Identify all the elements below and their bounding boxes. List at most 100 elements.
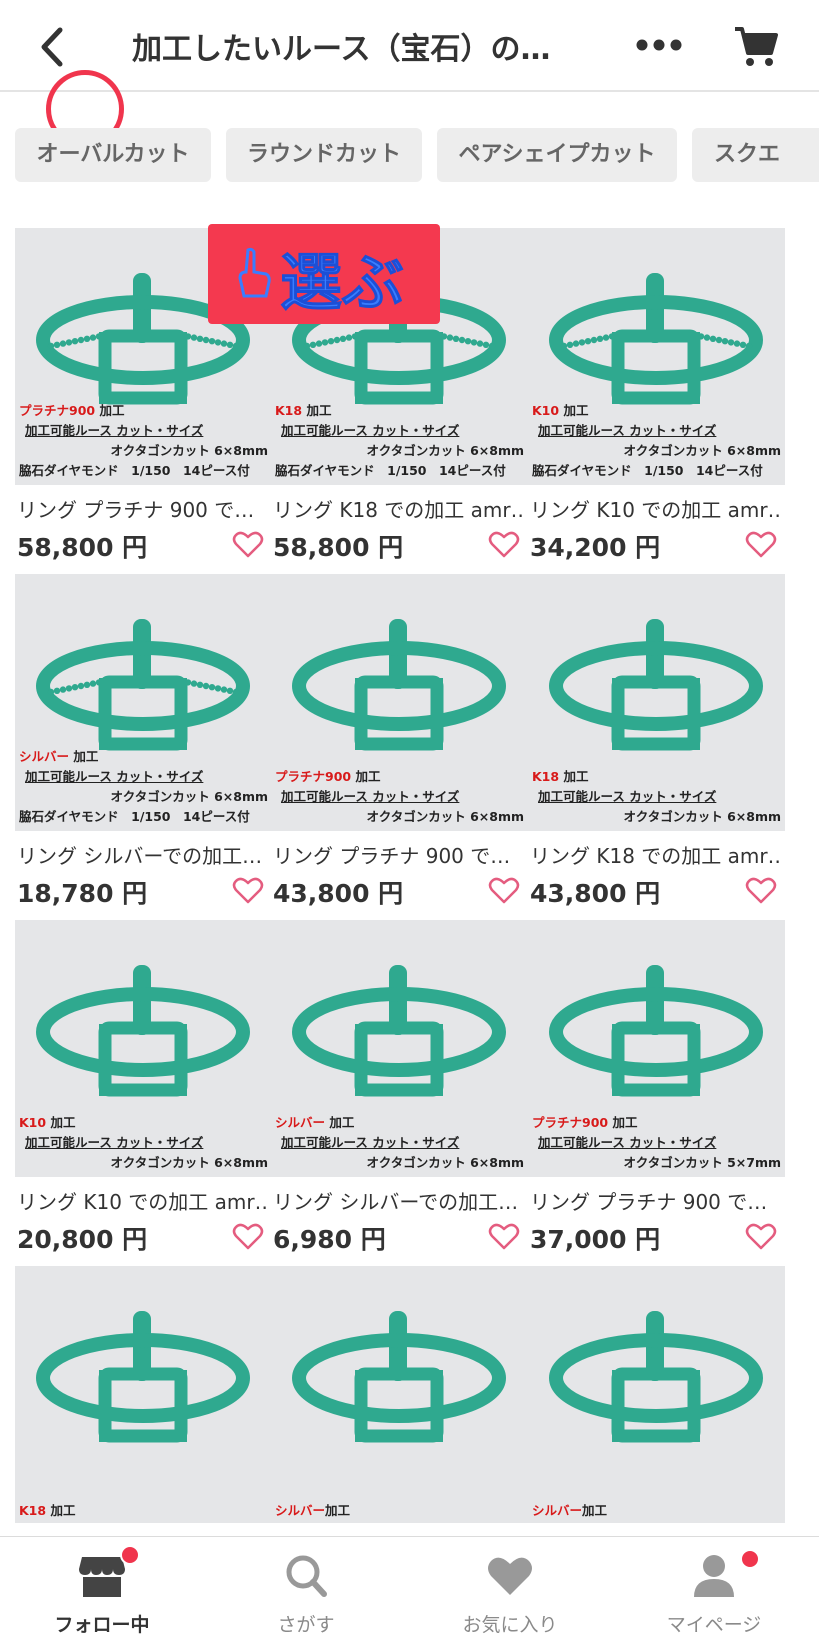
product-price: 20,800 円	[17, 1225, 148, 1254]
metal-tag: K10	[532, 403, 560, 418]
cut-size-value: オクタゴンカット 6×8mm	[623, 809, 781, 824]
cart-button[interactable]	[732, 22, 780, 70]
cut-size-value: オクタゴンカット 5×7mm	[623, 1155, 781, 1170]
product-card[interactable]: プラチナ900 加工 加工可能ルース カット・サイズ オクタゴンカット 6×8m…	[271, 574, 528, 908]
process-label: 加工	[559, 769, 589, 784]
favorite-button[interactable]	[488, 530, 520, 558]
favorite-button[interactable]	[488, 876, 520, 904]
tab-favorites[interactable]: お気に入り	[408, 1537, 612, 1648]
heart-outline-icon	[745, 877, 777, 904]
cut-size-heading: 加工可能ルース カット・サイズ	[538, 789, 717, 804]
product-name[interactable]: リング シルバーでの加工…	[273, 1186, 525, 1215]
product-card[interactable]: K18 加工	[15, 1266, 272, 1536]
process-label: 加工	[46, 1115, 76, 1130]
ring-image	[36, 1311, 250, 1443]
product-card[interactable]: シルバー加工	[271, 1266, 528, 1536]
notification-badge	[120, 1545, 140, 1565]
product-image[interactable]: K10 加工 加工可能ルース カット・サイズ オクタゴンカット 6×8mm	[15, 920, 272, 1177]
product-card[interactable]: K10 加工 加工可能ルース カット・サイズ オクタゴンカット 6×8mm リン…	[15, 920, 272, 1254]
product-overlay-label: K10 加工 加工可能ルース カット・サイズ オクタゴンカット 6×8mm 脇石…	[532, 401, 781, 481]
product-card[interactable]: シルバー 加工 加工可能ルース カット・サイズ オクタゴンカット 6×8mm リ…	[271, 920, 528, 1254]
chip-square-cut[interactable]: スクエ	[692, 128, 819, 182]
product-overlay-label: K10 加工 加工可能ルース カット・サイズ オクタゴンカット 6×8mm	[19, 1113, 268, 1173]
back-button[interactable]	[32, 22, 76, 72]
heart-outline-icon	[745, 531, 777, 558]
tab-my-page[interactable]: マイページ	[612, 1537, 816, 1648]
metal-tag: シルバー	[19, 749, 70, 764]
product-name[interactable]: リング プラチナ 900 で…	[530, 1186, 782, 1215]
product-name[interactable]: リング K18 での加工 amr…	[273, 494, 525, 523]
favorite-button[interactable]	[232, 876, 264, 904]
more-button[interactable]	[634, 28, 684, 62]
product-overlay-label: K18 加工	[19, 1501, 268, 1521]
heart-outline-icon	[232, 1223, 264, 1250]
product-name[interactable]: リング K10 での加工 amr…	[17, 1186, 269, 1215]
product-image[interactable]: K18 加工 加工可能ルース カット・サイズ オクタゴンカット 6×8mm	[528, 574, 785, 831]
metal-tag: K10	[19, 1115, 47, 1130]
chip-round-cut[interactable]: ラウンドカット	[226, 128, 422, 182]
product-image[interactable]: シルバー加工	[528, 1266, 785, 1523]
heart-outline-icon	[488, 531, 520, 558]
product-image[interactable]: シルバー 加工 加工可能ルース カット・サイズ オクタゴンカット 6×8mm	[271, 920, 528, 1177]
product-card[interactable]: シルバー加工	[528, 1266, 785, 1536]
product-image[interactable]: シルバー 加工 加工可能ルース カット・サイズ オクタゴンカット 6×8mm 脇…	[15, 574, 272, 831]
product-name[interactable]: リング プラチナ 900 で…	[17, 494, 269, 523]
process-label: 加工	[69, 749, 99, 764]
product-price: 18,780 円	[17, 879, 148, 908]
cut-size-heading: 加工可能ルース カット・サイズ	[281, 789, 460, 804]
side-stone-info: 脇石ダイヤモンド 1/150 14ピース付	[19, 463, 250, 478]
product-name[interactable]: リング プラチナ 900 で…	[273, 840, 525, 869]
tab-label: フォロー中	[54, 1614, 150, 1636]
product-image[interactable]: K10 加工 加工可能ルース カット・サイズ オクタゴンカット 6×8mm 脇石…	[528, 228, 785, 485]
heart-outline-icon	[745, 1223, 777, 1250]
cut-size-heading: 加工可能ルース カット・サイズ	[25, 769, 204, 784]
favorite-button[interactable]	[232, 530, 264, 558]
favorite-button[interactable]	[745, 1222, 777, 1250]
product-overlay-label: K18 加工 加工可能ルース カット・サイズ オクタゴンカット 6×8mm	[532, 767, 781, 827]
product-overlay-label: シルバー 加工 加工可能ルース カット・サイズ オクタゴンカット 6×8mm	[275, 1113, 524, 1173]
product-name[interactable]: リング シルバーでの加工…	[17, 840, 269, 869]
cut-size-value: オクタゴンカット 6×8mm	[366, 443, 524, 458]
product-card[interactable]: K10 加工 加工可能ルース カット・サイズ オクタゴンカット 6×8mm 脇石…	[528, 228, 785, 562]
heart-outline-icon	[488, 1223, 520, 1250]
tab-label: お気に入り	[462, 1614, 558, 1636]
product-card[interactable]: K18 加工 加工可能ルース カット・サイズ オクタゴンカット 6×8mm リン…	[528, 574, 785, 908]
product-grid: プラチナ900 加工 加工可能ルース カット・サイズ オクタゴンカット 6×8m…	[15, 228, 815, 1536]
favorite-button[interactable]	[232, 1222, 264, 1250]
product-price: 34,200 円	[530, 533, 661, 562]
product-card[interactable]: プラチナ900 加工 加工可能ルース カット・サイズ オクタゴンカット 5×7m…	[528, 920, 785, 1254]
process-label: 加工	[46, 1503, 76, 1518]
process-label: 加工	[95, 403, 125, 418]
process-label: 加工	[325, 1115, 355, 1130]
cut-size-heading: 加工可能ルース カット・サイズ	[538, 1135, 717, 1150]
select-sticker: 選ぶ	[208, 224, 440, 324]
product-name[interactable]: リング K10 での加工 amr…	[530, 494, 782, 523]
cut-size-value: オクタゴンカット 6×8mm	[366, 1155, 524, 1170]
favorite-button[interactable]	[745, 876, 777, 904]
cut-size-value: オクタゴンカット 6×8mm	[110, 1155, 268, 1170]
favorite-button[interactable]	[488, 1222, 520, 1250]
product-name[interactable]: リング K18 での加工 amr…	[530, 840, 782, 869]
chip-oval-cut[interactable]: オーバルカット	[15, 128, 211, 182]
cut-size-heading: 加工可能ルース カット・サイズ	[281, 423, 460, 438]
cut-size-value: オクタゴンカット 6×8mm	[366, 809, 524, 824]
product-image[interactable]: K18 加工	[15, 1266, 272, 1523]
product-image[interactable]: プラチナ900 加工 加工可能ルース カット・サイズ オクタゴンカット 6×8m…	[271, 574, 528, 831]
product-overlay-label: プラチナ900 加工 加工可能ルース カット・サイズ オクタゴンカット 5×7m…	[532, 1113, 781, 1173]
process-label: 加工	[582, 1503, 608, 1518]
product-image[interactable]: プラチナ900 加工 加工可能ルース カット・サイズ オクタゴンカット 5×7m…	[528, 920, 785, 1177]
favorite-button[interactable]	[745, 530, 777, 558]
product-image[interactable]: シルバー加工	[271, 1266, 528, 1523]
ring-image	[292, 1311, 506, 1443]
process-label: 加工	[559, 403, 589, 418]
cut-size-heading: 加工可能ルース カット・サイズ	[538, 423, 717, 438]
chip-pear-shape-cut[interactable]: ペアシェイプカット	[437, 128, 677, 182]
process-label: 加工	[302, 403, 332, 418]
side-stone-info: 脇石ダイヤモンド 1/150 14ピース付	[19, 809, 250, 824]
product-card[interactable]: シルバー 加工 加工可能ルース カット・サイズ オクタゴンカット 6×8mm 脇…	[15, 574, 272, 908]
product-overlay-label: プラチナ900 加工 加工可能ルース カット・サイズ オクタゴンカット 6×8m…	[275, 767, 524, 827]
tab-search[interactable]: さがす	[204, 1537, 408, 1648]
metal-tag: プラチナ900	[275, 769, 352, 784]
product-price: 43,800 円	[273, 879, 404, 908]
tab-following[interactable]: フォロー中	[0, 1537, 204, 1648]
